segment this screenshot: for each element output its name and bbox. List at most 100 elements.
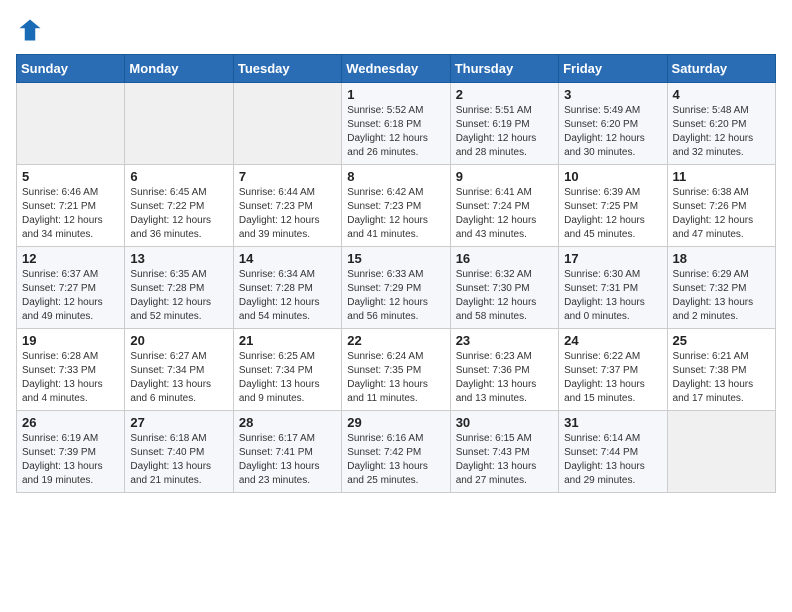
- day-info: Sunrise: 6:21 AM Sunset: 7:38 PM Dayligh…: [673, 350, 770, 406]
- day-info: Sunrise: 5:49 AM Sunset: 6:20 PM Dayligh…: [564, 104, 661, 160]
- day-number: 1: [347, 87, 444, 102]
- week-row-4: 19 Sunrise: 6:28 AM Sunset: 7:33 PM Dayli…: [17, 329, 776, 411]
- day-cell: 22 Sunrise: 6:24 AM Sunset: 7:35 PM Dayli…: [342, 329, 450, 411]
- day-number: 2: [456, 87, 553, 102]
- day-info: Sunrise: 6:42 AM Sunset: 7:23 PM Dayligh…: [347, 186, 444, 242]
- day-cell: 13 Sunrise: 6:35 AM Sunset: 7:28 PM Dayli…: [125, 247, 233, 329]
- day-cell: 31 Sunrise: 6:14 AM Sunset: 7:44 PM Dayli…: [559, 411, 667, 493]
- day-info: Sunrise: 6:29 AM Sunset: 7:32 PM Dayligh…: [673, 268, 770, 324]
- day-number: 10: [564, 169, 661, 184]
- day-info: Sunrise: 6:45 AM Sunset: 7:22 PM Dayligh…: [130, 186, 227, 242]
- day-cell: 10 Sunrise: 6:39 AM Sunset: 7:25 PM Dayli…: [559, 165, 667, 247]
- day-info: Sunrise: 6:30 AM Sunset: 7:31 PM Dayligh…: [564, 268, 661, 324]
- day-cell: 12Sunrise: 6:37 AM Sunset: 7:27 PM Dayli…: [17, 247, 125, 329]
- day-info: Sunrise: 6:41 AM Sunset: 7:24 PM Dayligh…: [456, 186, 553, 242]
- week-row-5: 26 Sunrise: 6:19 AM Sunset: 7:39 PM Dayli…: [17, 411, 776, 493]
- day-number: 31: [564, 415, 661, 430]
- calendar: SundayMondayTuesdayWednesdayThursdayFrid…: [16, 54, 776, 493]
- day-number: 13: [130, 251, 227, 266]
- day-cell: 11Sunrise: 6:38 AM Sunset: 7:26 PM Dayli…: [667, 165, 775, 247]
- page-header: [16, 16, 776, 44]
- day-number: 4: [673, 87, 770, 102]
- day-info: Sunrise: 6:22 AM Sunset: 7:37 PM Dayligh…: [564, 350, 661, 406]
- day-info: Sunrise: 6:32 AM Sunset: 7:30 PM Dayligh…: [456, 268, 553, 324]
- day-number: 25: [673, 333, 770, 348]
- day-number: 20: [130, 333, 227, 348]
- day-info: Sunrise: 6:34 AM Sunset: 7:28 PM Dayligh…: [239, 268, 336, 324]
- week-row-3: 12Sunrise: 6:37 AM Sunset: 7:27 PM Dayli…: [17, 247, 776, 329]
- day-cell: [125, 83, 233, 165]
- weekday-header-row: SundayMondayTuesdayWednesdayThursdayFrid…: [17, 55, 776, 83]
- weekday-header-saturday: Saturday: [667, 55, 775, 83]
- day-cell: 15 Sunrise: 6:33 AM Sunset: 7:29 PM Dayli…: [342, 247, 450, 329]
- day-number: 14: [239, 251, 336, 266]
- day-number: 19: [22, 333, 119, 348]
- day-info: Sunrise: 6:24 AM Sunset: 7:35 PM Dayligh…: [347, 350, 444, 406]
- day-cell: 27 Sunrise: 6:18 AM Sunset: 7:40 PM Dayli…: [125, 411, 233, 493]
- day-info: Sunrise: 5:48 AM Sunset: 6:20 PM Dayligh…: [673, 104, 770, 160]
- day-cell: 1 Sunrise: 5:52 AM Sunset: 6:18 PM Daylig…: [342, 83, 450, 165]
- day-cell: 7 Sunrise: 6:44 AM Sunset: 7:23 PM Daylig…: [233, 165, 341, 247]
- day-cell: 6Sunrise: 6:45 AM Sunset: 7:22 PM Daylig…: [125, 165, 233, 247]
- day-cell: 3Sunrise: 5:49 AM Sunset: 6:20 PM Daylig…: [559, 83, 667, 165]
- day-cell: 25 Sunrise: 6:21 AM Sunset: 7:38 PM Dayli…: [667, 329, 775, 411]
- day-info: Sunrise: 5:51 AM Sunset: 6:19 PM Dayligh…: [456, 104, 553, 160]
- day-cell: [233, 83, 341, 165]
- day-cell: [667, 411, 775, 493]
- day-info: Sunrise: 6:17 AM Sunset: 7:41 PM Dayligh…: [239, 432, 336, 488]
- day-cell: 30 Sunrise: 6:15 AM Sunset: 7:43 PM Dayli…: [450, 411, 558, 493]
- weekday-header-monday: Monday: [125, 55, 233, 83]
- day-cell: 18 Sunrise: 6:29 AM Sunset: 7:32 PM Dayli…: [667, 247, 775, 329]
- day-number: 18: [673, 251, 770, 266]
- day-info: Sunrise: 6:35 AM Sunset: 7:28 PM Dayligh…: [130, 268, 227, 324]
- day-info: Sunrise: 5:52 AM Sunset: 6:18 PM Dayligh…: [347, 104, 444, 160]
- day-info: Sunrise: 6:39 AM Sunset: 7:25 PM Dayligh…: [564, 186, 661, 242]
- day-info: Sunrise: 6:33 AM Sunset: 7:29 PM Dayligh…: [347, 268, 444, 324]
- day-cell: 4 Sunrise: 5:48 AM Sunset: 6:20 PM Daylig…: [667, 83, 775, 165]
- day-number: 30: [456, 415, 553, 430]
- weekday-header-tuesday: Tuesday: [233, 55, 341, 83]
- day-number: 26: [22, 415, 119, 430]
- day-info: Sunrise: 6:16 AM Sunset: 7:42 PM Dayligh…: [347, 432, 444, 488]
- day-number: 12: [22, 251, 119, 266]
- day-number: 22: [347, 333, 444, 348]
- day-info: Sunrise: 6:46 AM Sunset: 7:21 PM Dayligh…: [22, 186, 119, 242]
- day-info: Sunrise: 6:19 AM Sunset: 7:39 PM Dayligh…: [22, 432, 119, 488]
- logo: [16, 16, 48, 44]
- day-cell: 17 Sunrise: 6:30 AM Sunset: 7:31 PM Dayli…: [559, 247, 667, 329]
- day-cell: 20Sunrise: 6:27 AM Sunset: 7:34 PM Dayli…: [125, 329, 233, 411]
- day-number: 16: [456, 251, 553, 266]
- day-info: Sunrise: 6:25 AM Sunset: 7:34 PM Dayligh…: [239, 350, 336, 406]
- day-cell: 16 Sunrise: 6:32 AM Sunset: 7:30 PM Dayli…: [450, 247, 558, 329]
- day-cell: 19 Sunrise: 6:28 AM Sunset: 7:33 PM Dayli…: [17, 329, 125, 411]
- week-row-2: 5 Sunrise: 6:46 AM Sunset: 7:21 PM Daylig…: [17, 165, 776, 247]
- day-info: Sunrise: 6:18 AM Sunset: 7:40 PM Dayligh…: [130, 432, 227, 488]
- day-info: Sunrise: 6:28 AM Sunset: 7:33 PM Dayligh…: [22, 350, 119, 406]
- week-row-1: 1 Sunrise: 5:52 AM Sunset: 6:18 PM Daylig…: [17, 83, 776, 165]
- day-cell: 28Sunrise: 6:17 AM Sunset: 7:41 PM Dayli…: [233, 411, 341, 493]
- day-number: 11: [673, 169, 770, 184]
- day-number: 8: [347, 169, 444, 184]
- weekday-header-friday: Friday: [559, 55, 667, 83]
- day-cell: 26 Sunrise: 6:19 AM Sunset: 7:39 PM Dayli…: [17, 411, 125, 493]
- weekday-header-wednesday: Wednesday: [342, 55, 450, 83]
- day-number: 7: [239, 169, 336, 184]
- day-number: 24: [564, 333, 661, 348]
- day-number: 23: [456, 333, 553, 348]
- day-cell: 5 Sunrise: 6:46 AM Sunset: 7:21 PM Daylig…: [17, 165, 125, 247]
- day-info: Sunrise: 6:44 AM Sunset: 7:23 PM Dayligh…: [239, 186, 336, 242]
- day-info: Sunrise: 6:14 AM Sunset: 7:44 PM Dayligh…: [564, 432, 661, 488]
- logo-icon: [16, 16, 44, 44]
- weekday-header-thursday: Thursday: [450, 55, 558, 83]
- day-info: Sunrise: 6:15 AM Sunset: 7:43 PM Dayligh…: [456, 432, 553, 488]
- day-number: 27: [130, 415, 227, 430]
- day-number: 17: [564, 251, 661, 266]
- day-cell: 2 Sunrise: 5:51 AM Sunset: 6:19 PM Daylig…: [450, 83, 558, 165]
- day-cell: 23 Sunrise: 6:23 AM Sunset: 7:36 PM Dayli…: [450, 329, 558, 411]
- day-info: Sunrise: 6:23 AM Sunset: 7:36 PM Dayligh…: [456, 350, 553, 406]
- day-cell: 21Sunrise: 6:25 AM Sunset: 7:34 PM Dayli…: [233, 329, 341, 411]
- day-number: 15: [347, 251, 444, 266]
- day-cell: 29Sunrise: 6:16 AM Sunset: 7:42 PM Dayli…: [342, 411, 450, 493]
- day-number: 5: [22, 169, 119, 184]
- day-cell: 14 Sunrise: 6:34 AM Sunset: 7:28 PM Dayli…: [233, 247, 341, 329]
